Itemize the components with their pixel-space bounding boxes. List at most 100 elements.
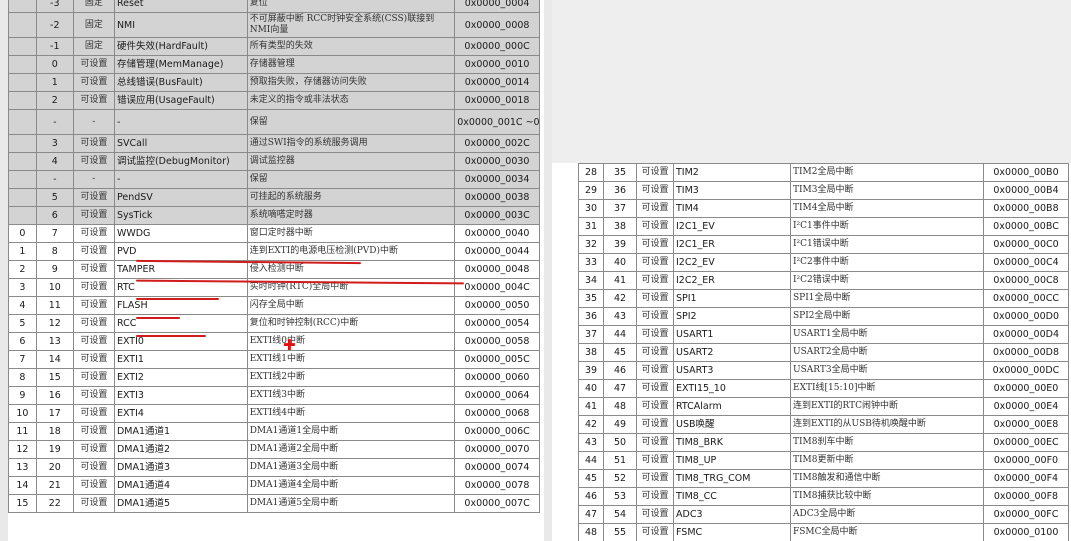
priority-cell: 38 <box>603 217 637 236</box>
name-cell: TIM4 <box>673 199 791 218</box>
description-cell: 复位和时钟控制(RCC)中断 <box>246 314 456 333</box>
position-cell <box>8 188 37 207</box>
address-cell: 0x0000_00C0 <box>983 235 1069 254</box>
priority-type-cell: 可设置 <box>72 188 115 207</box>
table-row: 12 19 可设置 DMA1通道2 DMA1通道2全局中断 0x0000_0070 <box>8 440 540 459</box>
priority-cell: 41 <box>603 271 637 290</box>
name-cell: 错误应用(UsageFault) <box>113 91 248 110</box>
name-cell: I2C1_ER <box>673 235 791 254</box>
name-cell: DMA1通道5 <box>113 494 248 513</box>
description-cell: TIM8刹车中断 <box>790 433 984 452</box>
address-cell: 0x0000_0078 <box>454 476 540 495</box>
address-cell: 0x0000_005C <box>454 350 540 369</box>
priority-cell: 42 <box>603 289 637 308</box>
priority-cell: 17 <box>35 404 74 423</box>
priority-cell: 19 <box>35 440 74 459</box>
table-row: 10 17 可设置 EXTI4 EXTI线4中断 0x0000_0068 <box>8 404 540 423</box>
priority-cell: 46 <box>603 361 637 380</box>
priority-cell: 53 <box>603 487 637 506</box>
priority-cell: 39 <box>603 235 637 254</box>
position-cell: 7 <box>8 350 37 369</box>
priority-cell: 6 <box>35 206 74 225</box>
position-cell: 5 <box>8 314 37 333</box>
address-cell: 0x0000_00F8 <box>983 487 1069 506</box>
name-cell: USART2 <box>673 343 791 362</box>
table-row: 13 20 可设置 DMA1通道3 DMA1通道3全局中断 0x0000_0074 <box>8 458 540 477</box>
priority-type-cell: 可设置 <box>636 271 674 290</box>
description-cell: EXTI线3中断 <box>246 386 456 405</box>
table-row: -1 固定 硬件失效(HardFault) 所有类型的失效 0x0000_000C <box>8 37 540 56</box>
vector-table-right: 28 35 可设置 TIM2 TIM2全局中断 0x0000_00B0 29 36 可设置 TIM… <box>578 163 1069 541</box>
description-cell: USART2全局中断 <box>790 343 984 362</box>
priority-cell: 15 <box>35 368 74 387</box>
position-cell <box>8 12 37 38</box>
description-cell: EXTI线[15:10]中断 <box>790 379 984 398</box>
position-cell: 29 <box>578 181 604 200</box>
address-cell: 0x0000_00C8 <box>983 271 1069 290</box>
name-cell: 调试监控(DebugMonitor) <box>113 152 248 171</box>
description-cell: 通过SWI指令的系统服务调用 <box>246 134 456 153</box>
address-cell: 0x0000_00D4 <box>983 325 1069 344</box>
priority-cell: 43 <box>603 307 637 326</box>
name-cell: 总线错误(BusFault) <box>113 73 248 92</box>
description-cell: I²C2错误中断 <box>790 271 984 290</box>
position-cell <box>8 134 37 153</box>
priority-cell: 35 <box>603 163 637 182</box>
name-cell: SPI1 <box>673 289 791 308</box>
description-cell: 存储器管理 <box>246 55 456 74</box>
table-row: 1 可设置 总线错误(BusFault) 预取指失败，存储器访问失败 0x0000_00… <box>8 73 540 92</box>
position-cell: 0 <box>8 224 37 243</box>
priority-cell: 49 <box>603 415 637 434</box>
priority-cell: 45 <box>603 343 637 362</box>
name-cell: SPI2 <box>673 307 791 326</box>
table-row: 48 55 可设置 FSMC FSMC全局中断 0x0000_0100 <box>578 523 1069 541</box>
priority-type-cell: 可设置 <box>636 487 674 506</box>
priority-type-cell: 可设置 <box>72 55 115 74</box>
table-row: 38 45 可设置 USART2 USART2全局中断 0x0000_00D8 <box>578 343 1069 362</box>
position-cell: 33 <box>578 253 604 272</box>
address-cell: 0x0000_00D8 <box>983 343 1069 362</box>
position-cell: 40 <box>578 379 604 398</box>
position-cell: 8 <box>8 368 37 387</box>
position-cell: 46 <box>578 487 604 506</box>
table-row: - - - 保留 0x0000_0034 <box>8 170 540 189</box>
address-cell: 0x0000_0018 <box>454 91 540 110</box>
priority-type-cell: 可设置 <box>636 415 674 434</box>
priority-cell: 1 <box>35 73 74 92</box>
name-cell: DMA1通道3 <box>113 458 248 477</box>
name-cell: DMA1通道2 <box>113 440 248 459</box>
address-cell: 0x0000_003C <box>454 206 540 225</box>
address-cell: 0x0000_0070 <box>454 440 540 459</box>
description-cell: I²C1事件中断 <box>790 217 984 236</box>
priority-type-cell: 可设置 <box>72 332 115 351</box>
address-cell: 0x0000_007C <box>454 494 540 513</box>
description-cell: 预取指失败，存储器访问失败 <box>246 73 456 92</box>
blank-gray-area <box>552 0 1071 163</box>
address-cell: 0x0000_0068 <box>454 404 540 423</box>
table-row: 11 18 可设置 DMA1通道1 DMA1通道1全局中断 0x0000_006C <box>8 422 540 441</box>
description-cell: TIM2全局中断 <box>790 163 984 182</box>
address-cell: 0x0000_00BC <box>983 217 1069 236</box>
table-row: 39 46 可设置 USART3 USART3全局中断 0x0000_00DC <box>578 361 1069 380</box>
description-cell: 不可屏蔽中断 RCC时钟安全系统(CSS)联接到NMI向量 <box>246 12 456 38</box>
address-cell: 0x0000_0014 <box>454 73 540 92</box>
description-cell: 系统嘀嗒定时器 <box>246 206 456 225</box>
address-cell: 0x0000_0044 <box>454 242 540 261</box>
table-row: 29 36 可设置 TIM3 TIM3全局中断 0x0000_00B4 <box>578 181 1069 200</box>
red-underline-rtc <box>136 317 180 319</box>
priority-type-cell: 可设置 <box>72 242 115 261</box>
position-cell: 35 <box>578 289 604 308</box>
priority-type-cell: 可设置 <box>72 422 115 441</box>
table-row: 15 22 可设置 DMA1通道5 DMA1通道5全局中断 0x0000_007C <box>8 494 540 513</box>
table-row: 28 35 可设置 TIM2 TIM2全局中断 0x0000_00B0 <box>578 163 1069 182</box>
description-cell: 保留 <box>246 170 456 189</box>
position-cell: 6 <box>8 332 37 351</box>
name-cell: 硬件失效(HardFault) <box>113 37 248 56</box>
position-cell: 13 <box>8 458 37 477</box>
red-cross-cursor-icon: ✚ <box>283 336 296 354</box>
table-row: 32 39 可设置 I2C1_ER I²C1错误中断 0x0000_00C0 <box>578 235 1069 254</box>
table-row: 34 41 可设置 I2C2_ER I²C2错误中断 0x0000_00C8 <box>578 271 1069 290</box>
table-row: 36 43 可设置 SPI2 SPI2全局中断 0x0000_00D0 <box>578 307 1069 326</box>
position-cell: 43 <box>578 433 604 452</box>
position-cell: 38 <box>578 343 604 362</box>
